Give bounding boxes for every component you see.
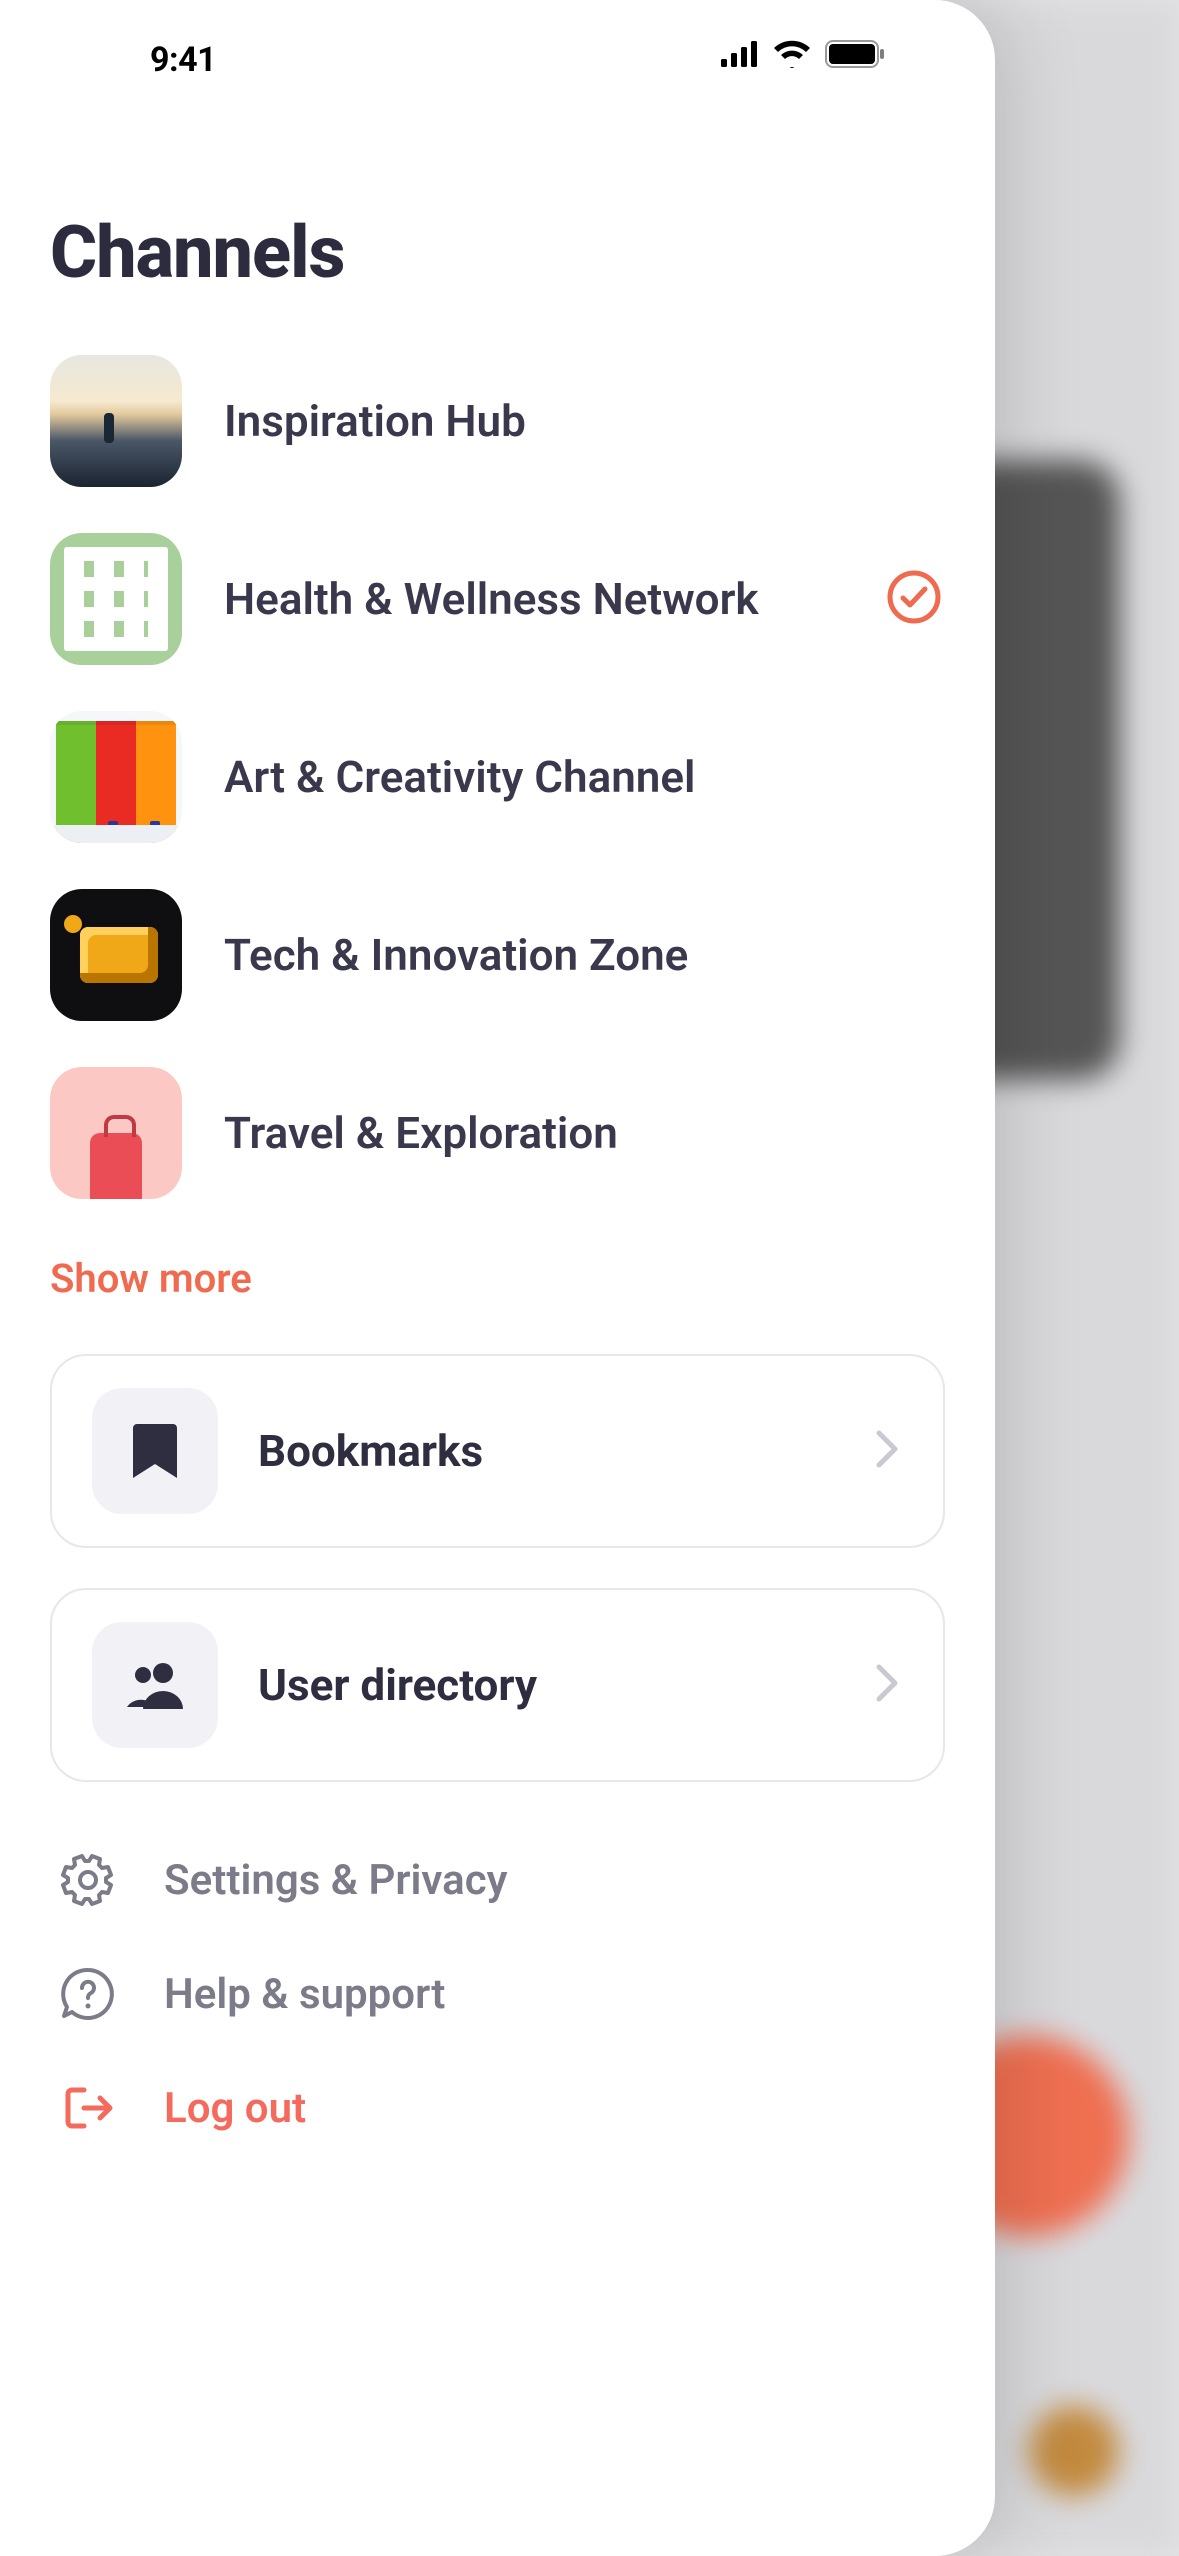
user-directory-button[interactable]: User directory [50, 1588, 945, 1782]
channel-thumbnail [50, 1067, 182, 1199]
card-label: Bookmarks [258, 1425, 831, 1477]
status-time: 9:41 [150, 40, 216, 80]
side-drawer: 9:41 Channels Inspiration Hub Health & [0, 0, 995, 2556]
channel-thumbnail [50, 533, 182, 665]
channel-item-inspiration-hub[interactable]: Inspiration Hub [50, 355, 945, 487]
link-label: Help & support [164, 1970, 445, 2019]
chevron-right-icon [871, 1663, 903, 1707]
check-circle-icon [886, 569, 942, 629]
channel-thumbnail [50, 711, 182, 843]
channel-item-art-creativity[interactable]: Art & Creativity Channel [50, 711, 945, 843]
help-support-link[interactable]: Help & support [60, 1966, 945, 2022]
show-more-button[interactable]: Show more [50, 1255, 945, 1302]
channel-item-health-wellness[interactable]: Health & Wellness Network [50, 533, 945, 665]
channel-label: Travel & Exploration [224, 1107, 945, 1159]
help-circle-icon [60, 1966, 116, 2022]
bookmark-icon [92, 1388, 218, 1514]
channel-label: Art & Creativity Channel [224, 751, 945, 803]
people-icon [92, 1622, 218, 1748]
channel-item-travel-exploration[interactable]: Travel & Exploration [50, 1067, 945, 1199]
chevron-right-icon [871, 1429, 903, 1473]
gear-icon [60, 1852, 116, 1908]
footer-links: Settings & Privacy Help & support Log ou… [50, 1852, 945, 2136]
channel-thumbnail [50, 889, 182, 1021]
channel-label: Health & Wellness Network [224, 573, 834, 625]
channel-label: Inspiration Hub [224, 395, 945, 447]
cellular-signal-icon [721, 41, 759, 67]
link-label: Log out [164, 2084, 306, 2133]
channel-thumbnail [50, 355, 182, 487]
quick-access-cards: Bookmarks User directory [50, 1354, 945, 1782]
status-icons [721, 40, 885, 68]
battery-icon [825, 40, 885, 68]
bookmarks-button[interactable]: Bookmarks [50, 1354, 945, 1548]
logout-icon [60, 2080, 116, 2136]
wifi-icon [773, 40, 811, 68]
link-label: Settings & Privacy [164, 1856, 508, 1905]
channel-item-tech-innovation[interactable]: Tech & Innovation Zone [50, 889, 945, 1021]
channel-label: Tech & Innovation Zone [224, 929, 945, 981]
log-out-link[interactable]: Log out [60, 2080, 945, 2136]
page-title: Channels [50, 210, 945, 295]
channels-list: Inspiration Hub Health & Wellness Networ… [50, 355, 945, 1199]
settings-privacy-link[interactable]: Settings & Privacy [60, 1852, 945, 1908]
card-label: User directory [258, 1659, 831, 1711]
